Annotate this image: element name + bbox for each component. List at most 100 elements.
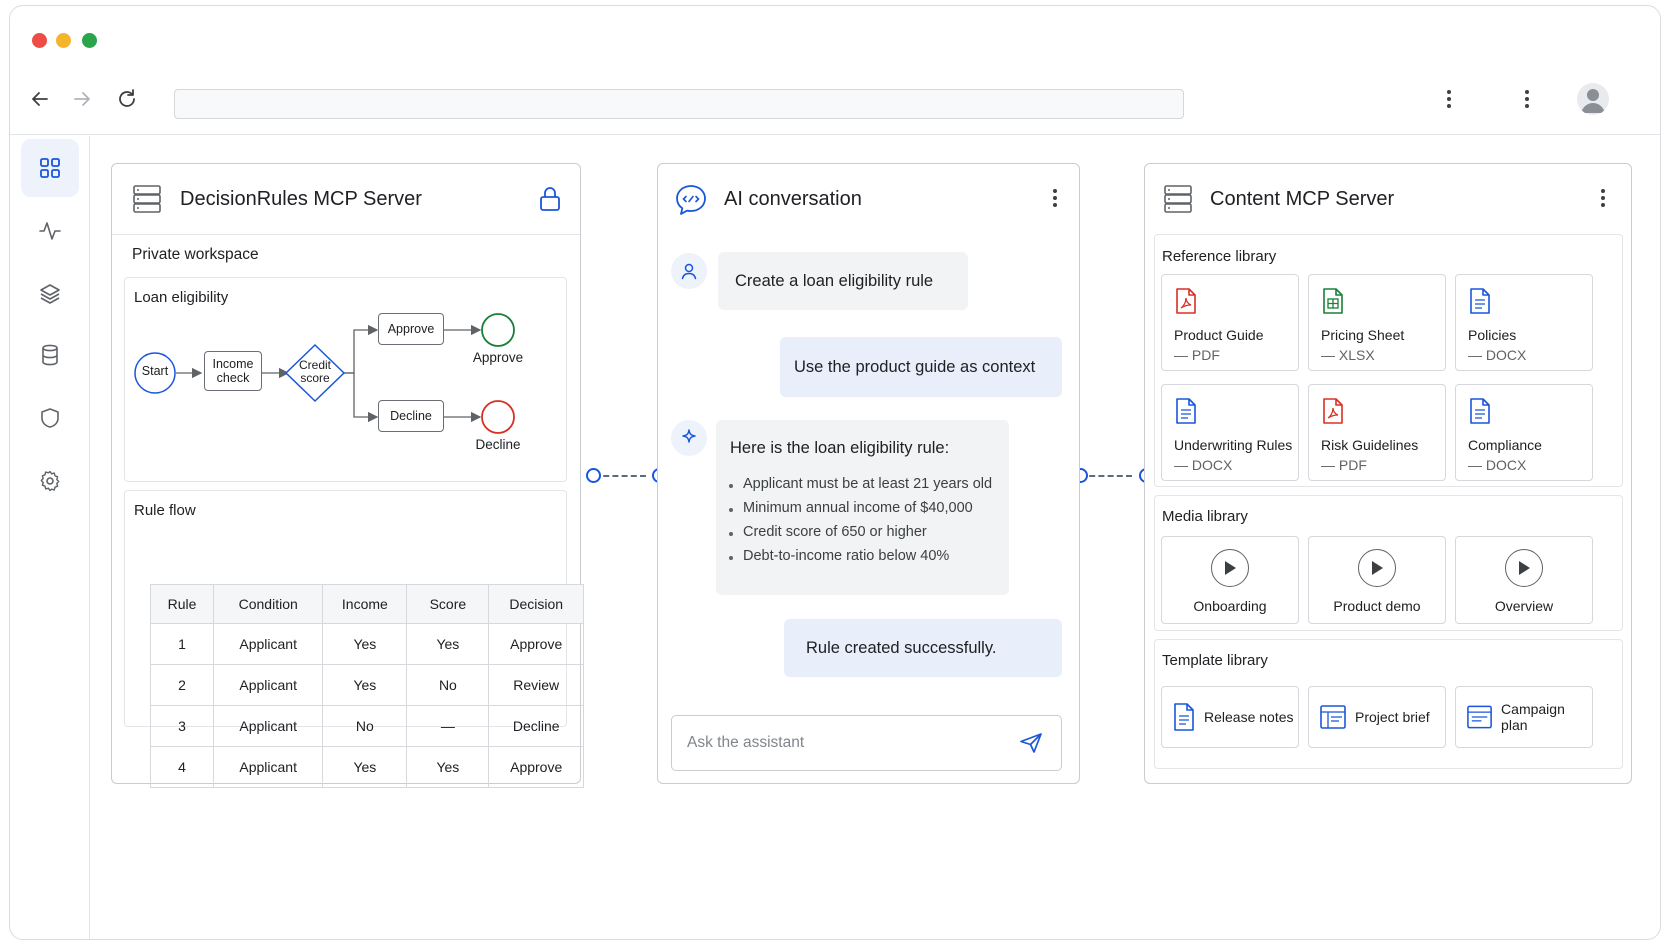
start-label: Start (141, 364, 169, 378)
profile-avatar[interactable] (1577, 83, 1609, 115)
cell: Approve (488, 623, 584, 665)
file-tile-pricing-sheet[interactable]: Pricing Sheet — XLSX (1308, 274, 1446, 371)
doc-icon (1176, 398, 1196, 424)
sparkle-icon (682, 429, 696, 443)
file-tile-underwriting-rules[interactable]: Underwriting Rules — DOCX (1161, 384, 1299, 481)
table-row: 3 Applicant No — Decline (149, 705, 584, 747)
file-tile-compliance[interactable]: Compliance — DOCX (1455, 384, 1593, 481)
maximize-window-button[interactable] (82, 33, 97, 48)
title-bar (10, 6, 1660, 71)
cell: — (406, 705, 490, 747)
cell: Applicant (213, 705, 324, 747)
assistant-avatar (671, 420, 707, 456)
doc-icon (1470, 288, 1490, 314)
extensions-menu-icon[interactable] (1431, 81, 1467, 117)
user-icon (681, 263, 697, 280)
layout-icon (1320, 705, 1346, 729)
section-title: Private workspace (132, 246, 259, 263)
decline-node: Decline (378, 400, 444, 432)
gear-icon (40, 470, 60, 492)
cell: Approve (488, 746, 584, 788)
file-name: Pricing Sheet (1321, 327, 1405, 343)
user-avatar (671, 253, 707, 289)
decline-end-label: Decline (475, 437, 521, 452)
input-placeholder: Ask the assistant (687, 734, 805, 751)
template-name: Release notes (1204, 709, 1294, 725)
user-message: Rule created successfully. (784, 619, 1062, 677)
close-window-button[interactable] (32, 33, 47, 48)
cell: Yes (322, 664, 408, 706)
rule-bullet: Debt-to-income ratio below 40% (729, 548, 992, 564)
cell: Yes (406, 746, 490, 788)
income-check-node: Income check (204, 351, 262, 391)
assistant-input[interactable]: Ask the assistant (671, 715, 1062, 771)
file-name: Product Guide (1174, 327, 1264, 343)
section-title: Reference library (1162, 248, 1277, 265)
template-tile-release-notes[interactable]: Release notes (1161, 686, 1299, 748)
media-title: Product demo (1333, 598, 1421, 614)
layout-icon (1467, 705, 1492, 729)
sheet-icon (1323, 288, 1343, 314)
file-tile-risk-guidelines[interactable]: Risk Guidelines — PDF (1308, 384, 1446, 481)
cell: Applicant (213, 664, 324, 706)
file-tile-product-guide[interactable]: Product Guide — PDF (1161, 274, 1299, 371)
cell: Review (488, 664, 584, 706)
file-tile-policies[interactable]: Policies — DOCX (1455, 274, 1593, 371)
assistant-message: Here is the loan eligibility rule: Appli… (716, 420, 1009, 595)
media-tile-onboarding[interactable]: Onboarding (1161, 536, 1299, 624)
media-title: Overview (1494, 598, 1554, 614)
sidebar-item-activity[interactable] (21, 202, 79, 260)
lock-icon (540, 187, 560, 211)
rule-bullet: Credit score of 650 or higher (729, 524, 992, 540)
template-name: Campaign plan (1501, 701, 1565, 733)
activity-icon (39, 222, 61, 240)
minimize-window-button[interactable] (56, 33, 71, 48)
play-icon (1211, 549, 1249, 587)
cell: 2 (149, 664, 215, 706)
media-tile-overview[interactable]: Overview (1455, 536, 1593, 624)
browser-toolbar (10, 71, 1660, 135)
cell: 3 (149, 705, 215, 747)
browser-window: DecisionRules MCP Server Private workspa… (9, 5, 1661, 940)
back-icon[interactable] (22, 81, 58, 117)
file-name: Risk Guidelines (1321, 437, 1419, 453)
cell: Applicant (213, 623, 324, 665)
divider (112, 234, 580, 235)
sidebar-item-dashboard[interactable] (21, 139, 79, 197)
table-row: 1 Applicant Yes Yes Approve (149, 623, 584, 665)
cell: Decline (488, 705, 584, 747)
file-type: — PDF (1174, 347, 1220, 363)
media-tile-product-demo[interactable]: Product demo (1308, 536, 1446, 624)
file-type: — DOCX (1174, 457, 1233, 473)
template-tile-campaign-plan[interactable]: Campaign plan (1455, 686, 1593, 748)
connector-line (594, 475, 646, 477)
database-icon (42, 344, 58, 366)
sidebar-item-settings[interactable] (21, 452, 79, 510)
panel-title: AI conversation (724, 188, 862, 210)
address-bar[interactable] (174, 89, 1184, 119)
more-options-icon[interactable] (1600, 188, 1606, 208)
send-icon[interactable] (1019, 732, 1043, 754)
cell: 4 (149, 746, 215, 788)
reload-icon[interactable] (109, 81, 145, 117)
sidebar (10, 136, 90, 939)
browser-menu-icon[interactable] (1509, 81, 1545, 117)
forward-icon[interactable] (64, 81, 100, 117)
template-tile-project-brief[interactable]: Project brief (1308, 686, 1446, 748)
cell: No (322, 705, 408, 747)
column-header: Rule (149, 584, 215, 624)
cell: Yes (406, 623, 490, 665)
cell: Applicant (213, 746, 324, 788)
ai-conversation-panel: AI conversation Create a loan eligibilit… (657, 163, 1080, 784)
cell: 1 (149, 623, 215, 665)
more-options-icon[interactable] (1052, 188, 1058, 208)
table-row: 4 Applicant Yes Yes Approve (149, 746, 584, 788)
sidebar-item-security[interactable] (21, 389, 79, 447)
sidebar-item-layers[interactable] (21, 265, 79, 323)
credit-score-label: Credit score (298, 358, 331, 385)
server-icon (1164, 185, 1192, 213)
media-title: Onboarding (1193, 598, 1267, 614)
user-message: Create a loan eligibility rule (718, 252, 968, 310)
sidebar-item-database[interactable] (21, 326, 79, 384)
file-name: Policies (1468, 327, 1517, 343)
